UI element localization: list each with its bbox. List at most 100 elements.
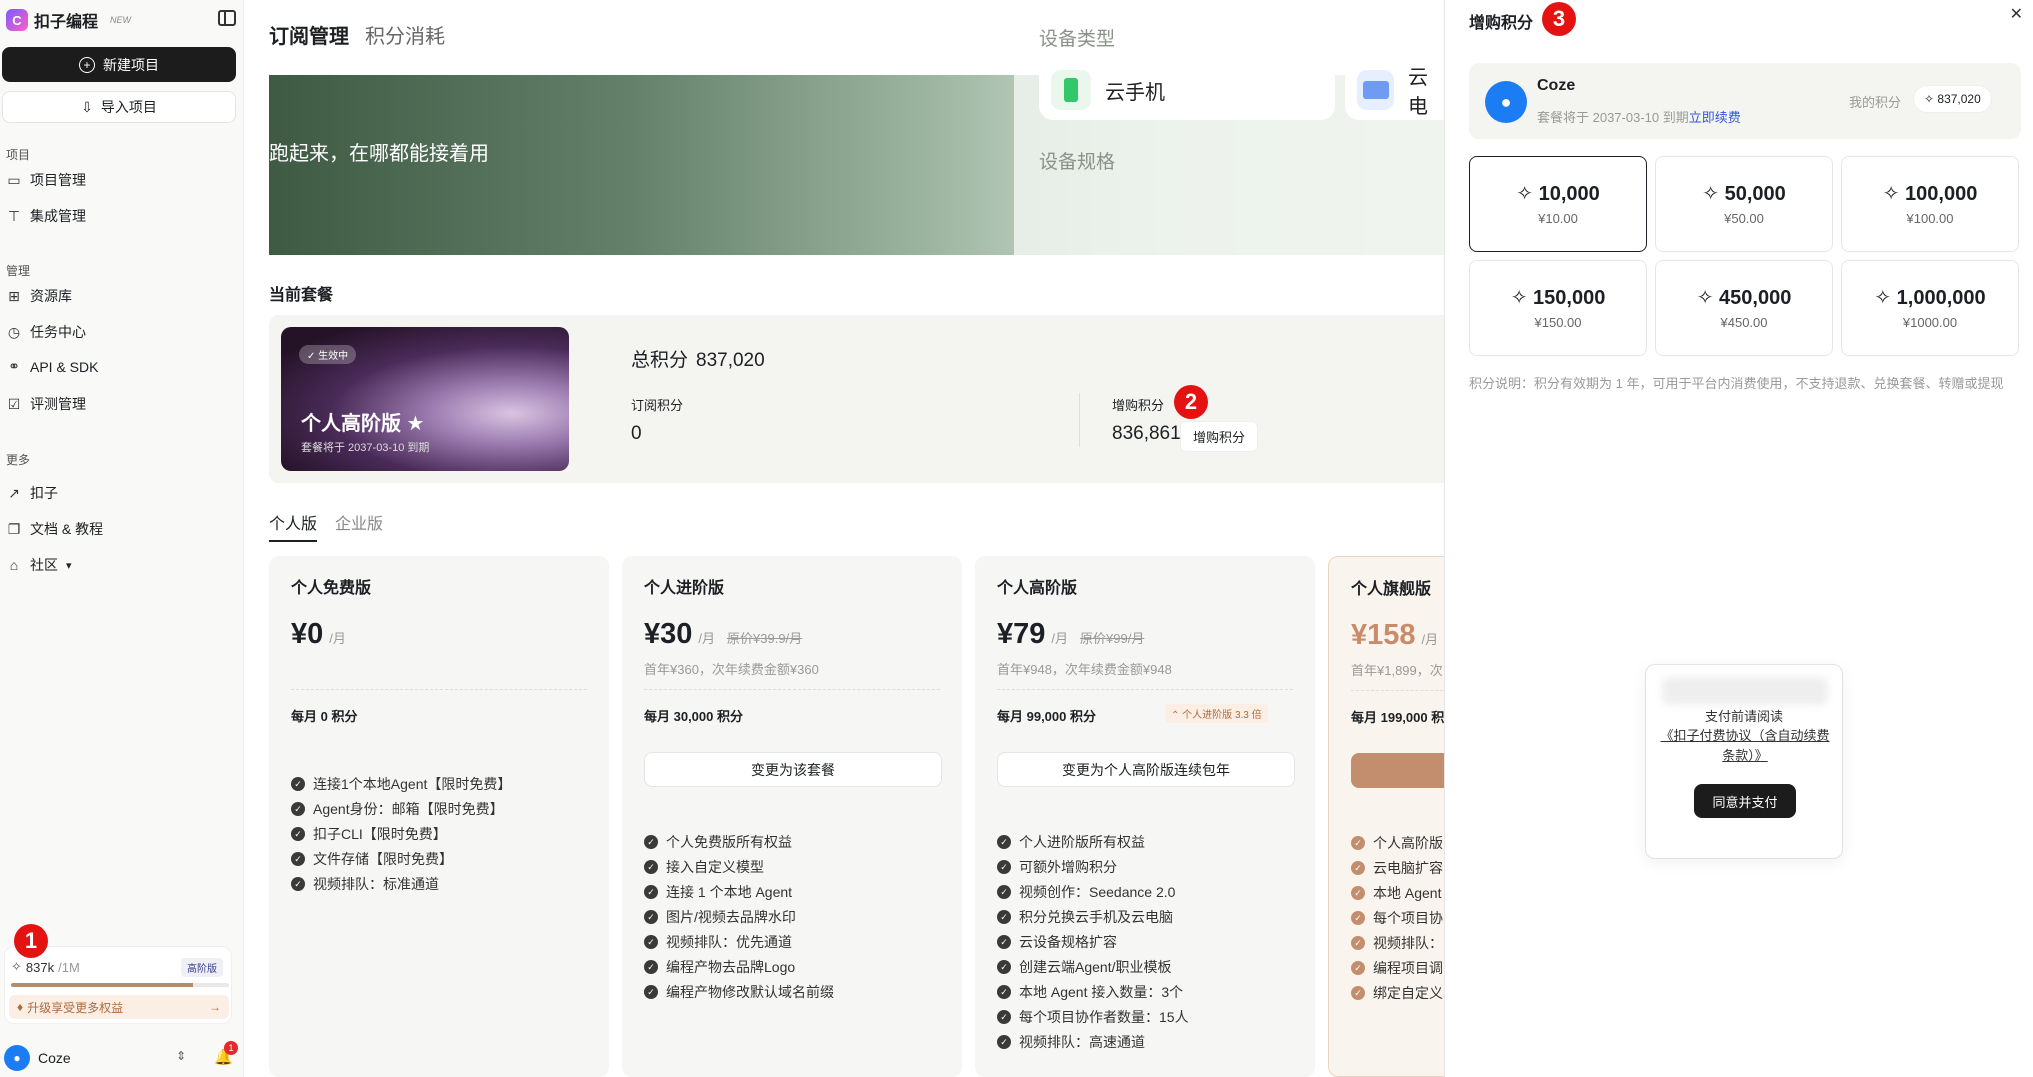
new-project-label: 新建项目 [103,56,159,73]
upgrade-banner[interactable]: ♦ 升级享受更多权益 → [9,995,229,1019]
tier-feature: ✓ 图片/视频去品牌水印 [644,907,796,927]
check-icon: ✓ [644,935,658,949]
pack-price: ¥50.00 [1724,211,1764,226]
tier-feature: ✓ 云设备规格扩容 [997,932,1117,952]
tab-points-usage[interactable]: 积分消耗 [365,20,445,49]
user-row[interactable]: ● Coze ⇕ 🔔 1 [4,1041,238,1071]
desktop-icon [1357,70,1394,110]
tier-card: 个人免费版 ¥0/月 每月 0 积分 ✓ 连接1个本地Agent【限时免费】 ✓ Agent… [269,556,609,1077]
device-type-label: 设备类型 [1039,29,1116,50]
tier-original-price: 原价¥39.9/月 [727,631,803,646]
sidebar-item-integration[interactable]: ⊤ 集成管理 [6,206,86,226]
divider [291,689,587,690]
points-pack-option[interactable]: ✧ 450,000 ¥450.00 [1655,260,1833,356]
check-icon: ✓ [1351,936,1365,950]
divider [1079,393,1080,447]
check-icon: ✓ [1351,986,1365,1000]
check-icon: ✓ [1351,836,1365,850]
tier-card: 个人进阶版 ¥30/月 原价¥39.9/月 首年¥360，次年续费金额¥360 每月 3… [622,556,962,1077]
buy-points-button[interactable]: 增购积分 [1180,421,1259,452]
check-icon: ✓ [997,1010,1011,1024]
points-pack-option[interactable]: ✧ 100,000 ¥100.00 [1841,156,2019,252]
tier-name: 个人进阶版 [644,580,725,597]
tier-feature: ✓ 每个项目协作者数量：15人 [997,1007,1189,1027]
sidebar-item-kouzi[interactable]: ↗ 扣子 [6,483,58,503]
sidebar-item-task-center[interactable]: ◷ 任务中心 [6,322,86,342]
tier-badge: 高阶版 [181,958,223,977]
tier-monthly-points: 每月 199,000 积 [1351,710,1445,725]
check-icon: ✓ [997,910,1011,924]
check-icon: ✓ [291,877,305,891]
pack-price: ¥150.00 [1534,315,1582,330]
app-name: 扣子编程 [34,14,99,31]
clock-icon: ◷ [7,323,21,340]
subscription-points-value: 0 [631,423,642,444]
tier-feature: ✓ 视频排队： [1351,933,1443,953]
total-points-value: 837,020 [696,350,765,371]
device-cloud-pc[interactable]: 云电 [1345,60,1445,120]
sidebar-item-docs[interactable]: ❐ 文档 & 教程 [6,519,103,539]
drawer-title: 增购积分 [1469,15,1534,32]
pack-price: ¥100.00 [1906,211,1954,226]
points-pack-option[interactable]: ✧ 1,000,000 ¥1000.00 [1841,260,2019,356]
tier-feature: ✓ 个人免费版所有权益 [644,832,792,852]
new-project-button[interactable]: + 新建项目 [2,47,236,82]
section-title-more: 更多 [6,453,31,467]
agreement-link[interactable]: 《扣子付费协议（含自动续费条款）》 [1658,726,1832,766]
tier-feature: ✓ 扣子CLI【限时免费】 [291,824,447,844]
device-label: 云电 [1408,67,1428,118]
points-pack-option[interactable]: ✧ 50,000 ¥50.00 [1655,156,1833,252]
tier-feature: ✓ 编程项目调 [1351,958,1443,978]
tier-feature: ✓ 视频排队：标准通道 [291,874,439,894]
logo-row: C 扣子编程 NEW [6,8,236,32]
tab-enterprise[interactable]: 企业版 [335,510,383,542]
sidebar-item-library[interactable]: ⊞ 资源库 [6,286,72,306]
blur-placeholder [1662,677,1828,705]
check-icon: ✓ [644,985,658,999]
switch-account-icon[interactable]: ⇕ [176,1049,186,1063]
import-project-button[interactable]: ⇩ 导入项目 [2,91,236,123]
sidebar-item-community[interactable]: ⌂ 社区 ▾ [6,555,72,575]
tier-action-button[interactable]: 变更为该套餐 [644,752,942,787]
sidebar-item-project-management[interactable]: ▭ 项目管理 [6,170,86,190]
points-pack-option[interactable]: ✧ 150,000 ¥150.00 [1469,260,1647,356]
device-label: 云手机 [1105,81,1165,104]
renew-link[interactable]: 立即续费 [1689,110,1741,125]
main-content: 订阅管理 积分消耗 跑起来，在哪都能接着用 设备类型 设备规格 云手机 云电 当… [245,0,1668,1077]
tier-action-button[interactable]: 变更为个人高阶版连续包年 [997,752,1295,787]
tier-feature: ✓ 文件存储【限时免费】 [291,849,453,869]
close-icon[interactable]: ✕ [2010,4,2023,24]
sidebar-item-label: 项目管理 [30,172,86,188]
points-pack-option[interactable]: ✧ 10,000 ¥10.00 [1469,156,1647,252]
pack-amount: ✧ 1,000,000 [1874,287,1986,309]
check-icon: ✓ [997,985,1011,999]
arrow-right-icon: → [209,1000,221,1014]
sidebar-item-api-sdk[interactable]: ⚭ API & SDK [6,358,98,375]
tier-monthly-points: 每月 30,000 积分 [644,709,743,724]
tab-personal[interactable]: 个人版 [269,510,318,542]
pack-price: ¥1000.00 [1902,315,1958,330]
sidebar-item-evaluation[interactable]: ☑ 评测管理 [6,394,86,414]
import-icon: ⇩ [81,98,93,115]
device-cloud-phone[interactable]: 云手机 [1039,60,1335,120]
sidebar-item-label: API & SDK [30,358,99,375]
tier-feature: ✓ 编程产物去品牌Logo [644,957,795,977]
tier-price-note: 首年¥948，次年续费金额¥948 [997,662,1172,677]
tab-subscription[interactable]: 订阅管理 [269,20,349,49]
check-icon: ✓ [997,935,1011,949]
user-name: Coze [38,1050,71,1066]
tier-feature: ✓ 连接1个本地Agent【限时免费】 [291,774,511,794]
account-expiry: 套餐将于 2037-03-10 到期立即续费 [1537,110,1741,125]
api-icon: ⚭ [8,358,20,374]
agree-and-pay-button[interactable]: 同意并支付 [1694,784,1796,818]
credit-usage-card[interactable]: ✧ 837k /1M 高阶版 ♦ 升级享受更多权益 → [4,946,232,1024]
hero-slogan: 跑起来，在哪都能接着用 [269,143,489,165]
subscription-points-label: 订阅积分 [631,398,684,413]
tier-feature: ✓ 视频排队：高速通道 [997,1032,1145,1052]
tier-price: ¥30/月 原价¥39.9/月 [644,618,803,650]
current-plan-panel: ✓ 生效中 个人高阶版 ★ 套餐将于 2037-03-10 到期 总积分 837,… [269,315,1469,483]
check-icon: ✓ [997,835,1011,849]
purchased-points-value: 836,861 [1112,423,1181,444]
sidebar-collapse-icon[interactable] [218,10,236,26]
tier-feature: ✓ 创建云端Agent/职业模板 [997,957,1171,977]
